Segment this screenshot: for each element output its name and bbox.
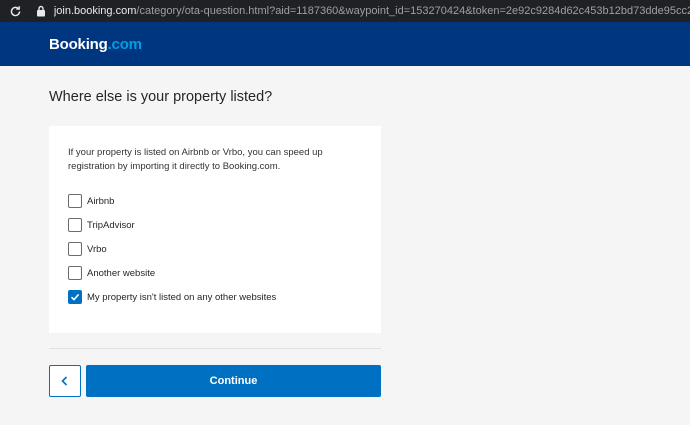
divider <box>49 348 381 349</box>
continue-button[interactable]: Continue <box>86 365 381 397</box>
checkbox[interactable] <box>68 194 82 208</box>
reload-icon[interactable] <box>8 3 24 19</box>
option-label: My property isn't listed on any other we… <box>87 291 277 303</box>
logo-main: Booking <box>49 36 108 53</box>
option-vrbo[interactable]: Vrbo <box>68 241 107 257</box>
back-button[interactable] <box>49 365 81 397</box>
page-title: Where else is your property listed? <box>49 89 273 105</box>
chevron-left-icon <box>61 376 68 386</box>
option-tripadvisor[interactable]: TripAdvisor <box>68 217 135 233</box>
option-label: Vrbo <box>87 243 107 255</box>
url-path: /category/ota-question.html?aid=1187360&… <box>136 5 690 17</box>
lock-icon[interactable] <box>34 4 48 18</box>
checkbox-checked[interactable] <box>68 290 82 304</box>
checkmark-icon <box>70 293 80 301</box>
option-airbnb[interactable]: Airbnb <box>68 193 114 209</box>
checkbox[interactable] <box>68 242 82 256</box>
option-label: TripAdvisor <box>87 219 135 231</box>
checkbox[interactable] <box>68 266 82 280</box>
booking-logo[interactable]: Booking.com <box>49 36 142 53</box>
options-card: If your property is listed on Airbnb or … <box>49 126 381 333</box>
logo-suffix: .com <box>107 36 142 53</box>
browser-address-bar: join.booking.com/category/ota-question.h… <box>0 0 690 22</box>
site-header: Booking.com <box>0 22 690 66</box>
checkbox[interactable] <box>68 218 82 232</box>
intro-text: If your property is listed on Airbnb or … <box>68 147 323 172</box>
option-label: Another website <box>87 267 156 279</box>
option-not-listed[interactable]: My property isn't listed on any other we… <box>68 289 276 305</box>
url-field[interactable]: join.booking.com/category/ota-question.h… <box>54 5 690 17</box>
url-host: join.booking.com <box>53 5 137 17</box>
option-label: Airbnb <box>87 195 115 207</box>
option-another-website[interactable]: Another website <box>68 265 155 281</box>
